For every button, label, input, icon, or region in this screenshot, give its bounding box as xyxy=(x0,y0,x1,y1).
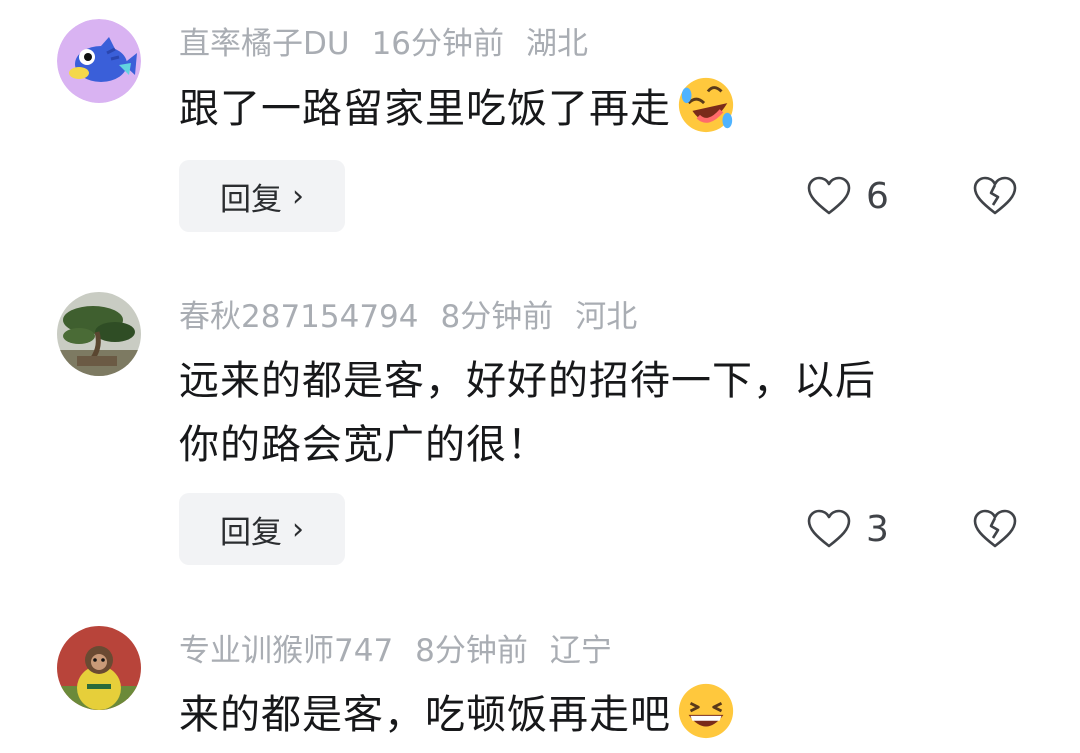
reply-button[interactable]: 回复 › xyxy=(179,160,345,232)
username[interactable]: 春秋287154794 xyxy=(179,299,419,335)
heart-icon xyxy=(807,176,851,215)
chevron-right-icon: › xyxy=(292,178,304,214)
location: 河北 xyxy=(575,299,638,335)
comment-text: 跟了一路留家里吃饭了再走 xyxy=(179,77,1019,142)
avatar[interactable] xyxy=(57,626,141,710)
comment-text: 来的都是客，吃顿饭再走吧 xyxy=(179,683,1019,748)
reply-button[interactable]: 回复 › xyxy=(179,493,345,565)
reply-label: 回复 xyxy=(220,181,282,218)
avatar[interactable] xyxy=(57,292,141,376)
username[interactable]: 专业训猴师747 xyxy=(179,633,393,669)
like-count: 6 xyxy=(866,175,889,217)
comment-meta: 春秋287154794 8分钟前 河北 xyxy=(179,297,659,337)
reply-label: 回复 xyxy=(220,514,282,551)
comment-text-content: 来的都是客，吃顿饭再走吧 xyxy=(179,692,671,738)
chevron-right-icon: › xyxy=(292,511,304,547)
timestamp: 8分钟前 xyxy=(440,299,554,335)
like-button[interactable]: 3 xyxy=(806,493,889,565)
grinning-laughing-emoji-icon xyxy=(678,683,734,739)
location: 湖北 xyxy=(526,26,589,62)
like-count: 3 xyxy=(866,508,889,550)
broken-heart-icon xyxy=(973,176,1017,215)
dislike-button[interactable] xyxy=(972,160,1018,232)
dislike-button[interactable] xyxy=(972,493,1018,565)
timestamp: 16分钟前 xyxy=(371,26,505,62)
avatar[interactable] xyxy=(57,19,141,103)
username[interactable]: 直率橘子DU xyxy=(179,26,350,62)
comment-text-line: 你的路会宽广的很！ xyxy=(179,422,548,468)
rolling-laughing-emoji-icon xyxy=(678,77,734,133)
monkey-avatar-icon xyxy=(57,626,141,710)
comment-meta: 专业训猴师747 8分钟前 辽宁 xyxy=(179,631,634,671)
heart-icon xyxy=(807,509,851,548)
like-button[interactable]: 6 xyxy=(806,160,889,232)
location: 辽宁 xyxy=(549,633,612,669)
comment-meta: 直率橘子DU 16分钟前 湖北 xyxy=(179,24,610,64)
fish-avatar-icon xyxy=(57,19,141,103)
comment-text: 远来的都是客，好好的招待一下，以后 你的路会宽广的很！ xyxy=(179,353,1019,473)
broken-heart-icon xyxy=(973,509,1017,548)
comment-text-line: 远来的都是客，好好的招待一下，以后 xyxy=(179,358,876,404)
bonsai-avatar-icon xyxy=(57,292,141,376)
timestamp: 8分钟前 xyxy=(415,633,528,669)
comment-text-content: 跟了一路留家里吃饭了再走 xyxy=(179,86,671,132)
